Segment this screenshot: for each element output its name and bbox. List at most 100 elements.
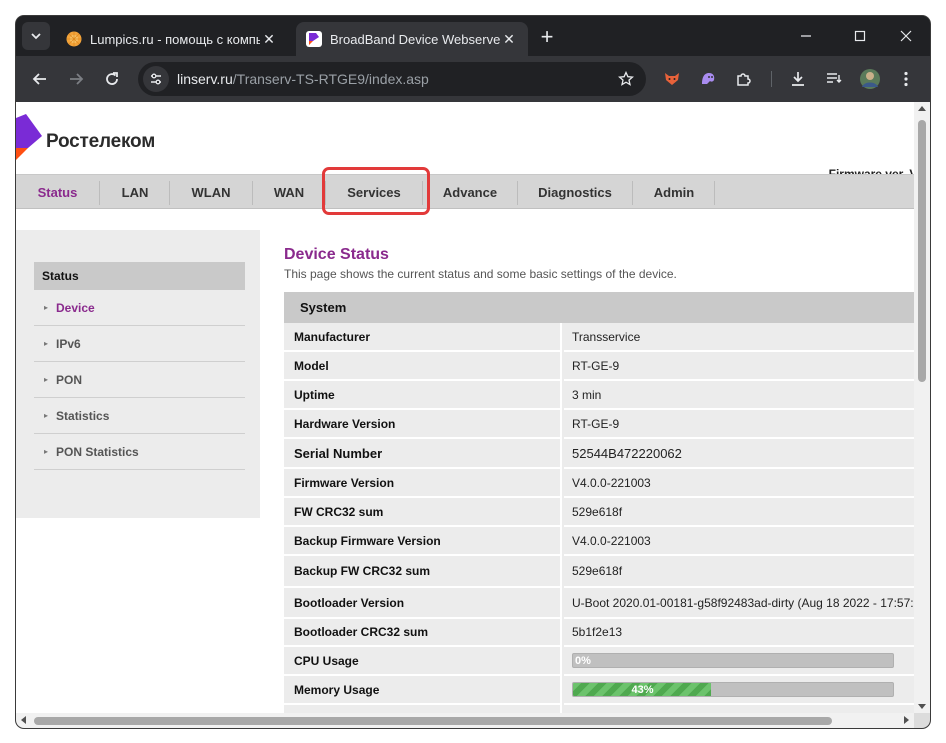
nav-admin[interactable]: Admin: [633, 175, 715, 210]
row-value: 5b1f2e13: [564, 619, 914, 647]
puzzle-icon[interactable]: [730, 65, 758, 93]
chevron-right-icon: ▸: [44, 303, 49, 312]
back-icon[interactable]: [26, 65, 54, 93]
nav-lan[interactable]: LAN: [100, 175, 170, 210]
url-path: /Transerv-TS-RTGE9/index.asp: [232, 71, 429, 87]
reading-list-icon[interactable]: [820, 65, 848, 93]
nav-diagnostics[interactable]: Diagnostics: [518, 175, 632, 210]
extension-ghost-icon[interactable]: [694, 65, 722, 93]
row-label: IPv4 Default Gateway: [284, 705, 562, 713]
row-value: [564, 705, 914, 713]
toolbar-separator: [771, 71, 772, 87]
vertical-scrollbar[interactable]: [914, 102, 930, 713]
sidebar-item-label: Device: [56, 300, 95, 315]
browser-toolbar: linserv.ru/Transerv-TS-RTGE9/index.asp: [16, 56, 930, 102]
tab-search-button[interactable]: [22, 22, 50, 50]
row-label: Backup FW CRC32 sum: [284, 556, 562, 588]
row-label: Hardware Version: [284, 410, 562, 439]
extension-fox-icon[interactable]: [658, 65, 686, 93]
row-label: Uptime: [284, 381, 562, 410]
scroll-down-arrow[interactable]: [918, 704, 926, 709]
rostelecom-favicon: [306, 31, 322, 47]
row-label: Bootloader CRC32 sum: [284, 619, 562, 647]
scroll-left-arrow[interactable]: [21, 716, 26, 724]
brand-name: Ростелеком: [46, 131, 156, 152]
memory-usage-bar: 43%: [572, 682, 894, 697]
row-label: Bootloader Version: [284, 588, 562, 619]
row-label: Serial Number: [284, 439, 562, 469]
horizontal-scroll-thumb[interactable]: [34, 717, 832, 725]
sidebar-heading: Status: [34, 262, 245, 290]
table-row: IPv4 Default Gateway: [284, 705, 914, 713]
window-close-icon[interactable]: [886, 22, 926, 50]
scroll-up-arrow[interactable]: [918, 106, 926, 111]
download-icon[interactable]: [784, 65, 812, 93]
row-label: Model: [284, 352, 562, 381]
row-label: Memory Usage: [284, 676, 562, 705]
row-value: V4.0.0-221003: [564, 527, 914, 556]
sidebar-item-device[interactable]: ▸ Device: [34, 290, 245, 326]
sidebar-item-pon[interactable]: ▸ PON: [34, 362, 245, 398]
sidebar: Status ▸ Device ▸ IPv6 ▸ PON ▸ Statistics ▸ P…: [16, 230, 260, 518]
close-icon[interactable]: ✕: [260, 30, 278, 48]
row-value: 0%: [564, 647, 914, 676]
page-title: Device Status: [284, 246, 389, 263]
scroll-right-arrow[interactable]: [904, 716, 909, 724]
row-label: CPU Usage: [284, 647, 562, 676]
memory-usage-text: 43%: [631, 683, 654, 696]
forward-icon[interactable]: [62, 65, 90, 93]
row-value: RT-GE-9: [564, 352, 914, 381]
nav-divider: [714, 181, 715, 205]
table-row: Bootloader Version U-Boot 2020.01-00181-g…: [284, 588, 914, 619]
section-header-system: System: [284, 292, 914, 323]
profile-avatar[interactable]: [856, 65, 884, 93]
sidebar-item-pon-statistics[interactable]: ▸ PON Statistics: [34, 434, 245, 470]
vertical-scroll-thumb[interactable]: [918, 120, 926, 382]
star-icon[interactable]: [614, 67, 638, 91]
nav-status[interactable]: Status: [16, 175, 99, 210]
table-row: Manufacturer Transservice: [284, 323, 914, 352]
row-value: 43%: [564, 676, 914, 705]
sidebar-item-label: IPv6: [56, 336, 81, 351]
more-menu-icon[interactable]: [892, 65, 920, 93]
row-value: 3 min: [564, 381, 914, 410]
horizontal-scrollbar[interactable]: [16, 713, 914, 728]
tab-title: Lumpics.ru - помощь с компьютером: [90, 31, 260, 47]
nav-wlan[interactable]: WLAN: [170, 175, 252, 210]
services-highlight-frame: [322, 167, 430, 215]
table-row: Bootloader CRC32 sum 5b1f2e13: [284, 619, 914, 647]
reload-icon[interactable]: [98, 65, 126, 93]
scrollbar-corner: [914, 713, 930, 728]
page-viewport: Ростелеком Firmware ver. V4 Status LAN W…: [16, 102, 914, 713]
maximize-icon[interactable]: [840, 22, 880, 50]
row-label: Firmware Version: [284, 469, 562, 498]
table-row: Firmware Version V4.0.0-221003: [284, 469, 914, 498]
row-value: 52544B472220062: [564, 439, 914, 469]
table-row: Memory Usage 43%: [284, 676, 914, 705]
row-value: RT-GE-9: [564, 410, 914, 439]
sidebar-item-label: Statistics: [56, 408, 110, 423]
nav-advance[interactable]: Advance: [423, 175, 517, 210]
url-text: linserv.ru/Transerv-TS-RTGE9/index.asp: [177, 71, 429, 87]
row-value: V4.0.0-221003: [564, 469, 914, 498]
sidebar-item-label: PON Statistics: [56, 444, 139, 459]
site-settings-icon[interactable]: [143, 66, 169, 92]
table-row: Uptime 3 min: [284, 381, 914, 410]
table-row: FW CRC32 sum 529e618f: [284, 498, 914, 527]
close-icon[interactable]: ✕: [500, 30, 518, 48]
browser-window: Lumpics.ru - помощь с компьютером ✕ Broa…: [16, 16, 930, 728]
brand-logo: Ростелеком: [16, 110, 155, 160]
row-value: Transservice: [564, 323, 914, 352]
sidebar-item-statistics[interactable]: ▸ Statistics: [34, 398, 245, 434]
chevron-down-icon: [31, 33, 41, 40]
address-bar[interactable]: linserv.ru/Transerv-TS-RTGE9/index.asp: [138, 62, 646, 96]
minimize-icon[interactable]: [786, 22, 826, 50]
sidebar-item-ipv6[interactable]: ▸ IPv6: [34, 326, 245, 362]
tab-broadband[interactable]: BroadBand Device Webserver ✕: [296, 22, 528, 56]
nav-wan[interactable]: WAN: [253, 175, 325, 210]
tab-lumpics[interactable]: Lumpics.ru - помощь с компьютером ✕: [56, 22, 288, 56]
plus-icon[interactable]: +: [534, 24, 560, 50]
chevron-right-icon: ▸: [44, 447, 49, 456]
main-nav: Status LAN WLAN WAN Services Advance Dia…: [16, 174, 914, 209]
cpu-usage-bar: 0%: [572, 653, 894, 668]
